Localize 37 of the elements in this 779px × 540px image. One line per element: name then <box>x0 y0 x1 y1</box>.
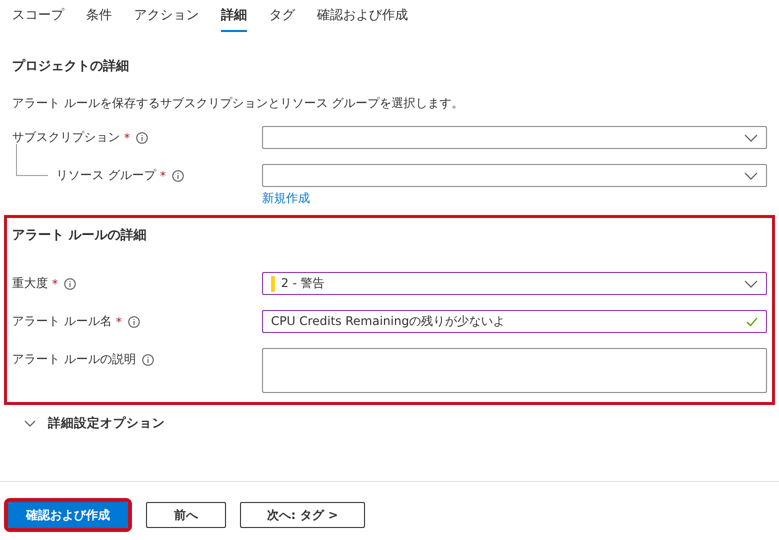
chevron-down-icon <box>744 134 758 142</box>
tree-connector-line <box>16 144 48 176</box>
nav-button[interactable]: 次へ: タグ > <box>240 502 366 528</box>
field-label: アラート ルール名 <box>12 313 112 330</box>
field-label: アラート ルールの説明 <box>12 351 136 368</box>
field-label: 重大度 <box>12 275 48 292</box>
nav-button[interactable]: 前へ <box>146 502 226 528</box>
tab[interactable]: アクション <box>134 4 199 32</box>
info-icon[interactable] <box>172 170 184 182</box>
required-asterisk: * <box>52 276 58 290</box>
required-asterisk: * <box>116 314 122 328</box>
tab[interactable]: タグ <box>269 4 295 32</box>
section-title: プロジェクトの詳細 <box>12 58 130 76</box>
field-label: リソース グループ <box>56 167 156 184</box>
info-icon[interactable] <box>64 278 76 290</box>
dropdown-field[interactable] <box>262 126 767 149</box>
text-field[interactable]: CPU Credits Remainingの残りが少ないよ <box>262 310 767 333</box>
required-asterisk: * <box>160 168 166 182</box>
tab[interactable]: 条件 <box>86 4 112 32</box>
create-new-link[interactable]: 新規作成 <box>262 190 310 207</box>
text-area[interactable] <box>262 348 767 393</box>
advanced-options-toggle[interactable]: 詳細設定オプション <box>0 405 189 442</box>
field-label: サブスクリプション <box>12 129 120 146</box>
section-description: アラート ルールを保存するサブスクリプションとリソース グループを選択します。 <box>12 95 465 112</box>
tab[interactable]: 詳細 <box>221 4 247 32</box>
tab[interactable]: 確認および作成 <box>317 4 408 32</box>
dropdown-field[interactable]: 2 - 警告 <box>262 272 767 295</box>
required-asterisk: * <box>124 130 130 144</box>
dropdown-field[interactable] <box>262 164 767 187</box>
tab[interactable]: スコープ <box>12 4 64 32</box>
info-icon[interactable] <box>128 316 140 328</box>
chevron-down-icon <box>744 280 758 288</box>
chevron-icon <box>24 420 36 428</box>
info-icon[interactable] <box>142 354 154 366</box>
info-icon[interactable] <box>136 132 148 144</box>
section-title: アラート ルールの詳細 <box>12 227 148 245</box>
chevron-down-icon <box>744 172 758 180</box>
